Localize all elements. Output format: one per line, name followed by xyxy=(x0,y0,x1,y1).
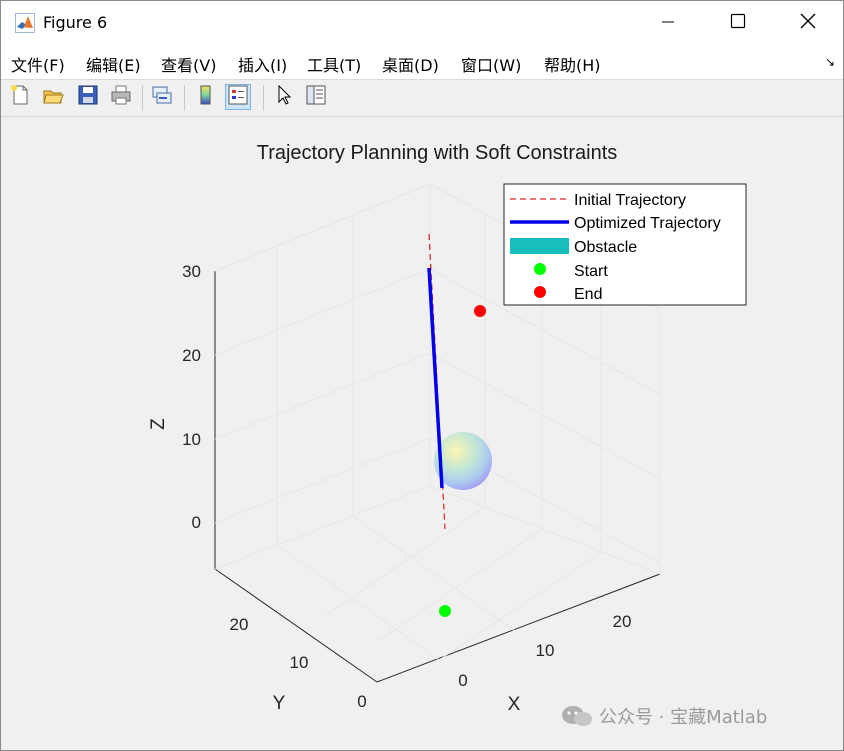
property-inspector-icon xyxy=(305,84,327,110)
save-button[interactable] xyxy=(75,84,101,110)
figure-canvas[interactable]: Trajectory Planning with Soft Constraint… xyxy=(1,117,843,750)
menu-help[interactable]: 帮助(H) xyxy=(544,52,601,76)
matlab-logo-icon xyxy=(15,13,35,33)
z-tick-label: 10 xyxy=(182,430,201,449)
open-file-icon xyxy=(42,84,64,110)
maximize-icon xyxy=(730,13,746,33)
menu-desktop[interactable]: 桌面(D) xyxy=(382,52,439,76)
menu-file[interactable]: 文件(F) xyxy=(11,52,65,76)
x-tick-label: 20 xyxy=(613,612,632,631)
menu-edit[interactable]: 编辑(E) xyxy=(86,52,141,76)
print-button[interactable] xyxy=(108,84,134,110)
y-tick-label: 20 xyxy=(230,615,249,634)
link-plot-button[interactable] xyxy=(149,84,175,110)
print-icon xyxy=(110,84,132,110)
minimize-button[interactable] xyxy=(633,1,703,45)
menu-tools[interactable]: 工具(T) xyxy=(307,52,361,76)
legend-label: End xyxy=(574,286,602,303)
pointer-button[interactable] xyxy=(271,84,297,110)
menu-window[interactable]: 窗口(W) xyxy=(461,52,521,76)
y-tick-label: 10 xyxy=(290,653,309,672)
close-icon xyxy=(800,13,816,33)
legend[interactable]: Initial Trajectory Optimized Trajectory … xyxy=(503,183,747,306)
z-tick-label: 30 xyxy=(182,262,201,281)
end-marker xyxy=(474,305,486,317)
plot-3d[interactable]: Trajectory Planning with Soft Constraint… xyxy=(1,117,843,750)
maximize-button[interactable] xyxy=(703,1,773,45)
x-axis-label: X xyxy=(508,694,521,715)
colorbar-button[interactable] xyxy=(193,84,219,110)
y-axis-label: Y xyxy=(273,693,286,714)
close-button[interactable] xyxy=(773,1,843,45)
legend-label: Obstacle xyxy=(574,239,637,256)
legend-icon xyxy=(227,84,249,110)
colorbar-icon xyxy=(195,84,217,110)
toolbar-separator xyxy=(263,85,264,111)
z-axis-label: Z xyxy=(148,418,169,430)
new-figure-icon xyxy=(9,84,31,110)
menu-view[interactable]: 查看(V) xyxy=(161,52,216,76)
watermark-text: 公众号 · 宝藏Matlab xyxy=(599,707,768,728)
menu-bar: 文件(F) 编辑(E) 查看(V) 插入(I) 工具(T) 桌面(D) 窗口(W… xyxy=(1,45,843,80)
toolbar-separator xyxy=(142,85,143,111)
z-tick-label: 20 xyxy=(182,346,201,365)
x-tick-label: 10 xyxy=(536,641,555,660)
link-plot-icon xyxy=(151,84,173,110)
pointer-icon xyxy=(273,84,295,110)
chart-title: Trajectory Planning with Soft Constraint… xyxy=(257,142,618,164)
legend-entry: Obstacle xyxy=(510,238,637,256)
window-title: Figure 6 xyxy=(43,13,108,32)
x-tick-label: 0 xyxy=(458,671,467,690)
new-figure-button[interactable] xyxy=(7,84,33,110)
dock-arrow-icon[interactable]: ↘ xyxy=(825,55,835,69)
legend-label: Initial Trajectory xyxy=(574,192,686,209)
minimize-icon xyxy=(661,14,675,33)
legend-label: Optimized Trajectory xyxy=(574,215,721,232)
wechat-icon xyxy=(562,706,592,726)
menu-insert[interactable]: 插入(I) xyxy=(238,52,287,76)
legend-label: Start xyxy=(574,263,608,280)
property-inspector-button[interactable] xyxy=(303,84,329,110)
y-tick-label: 0 xyxy=(357,692,366,711)
legend-button[interactable] xyxy=(225,84,251,110)
title-bar: Figure 6 xyxy=(1,1,843,45)
figure-toolbar xyxy=(1,80,843,117)
z-tick-label: 0 xyxy=(192,513,201,532)
watermark: 公众号 · 宝藏Matlab xyxy=(561,703,767,729)
figure-window: Figure 6 文件(F) 编辑(E) 查看(V) 插入(I) 工具(T) 桌… xyxy=(0,0,844,751)
start-marker xyxy=(439,605,451,617)
open-file-button[interactable] xyxy=(40,84,66,110)
save-icon xyxy=(77,84,99,110)
toolbar-separator xyxy=(184,85,185,111)
